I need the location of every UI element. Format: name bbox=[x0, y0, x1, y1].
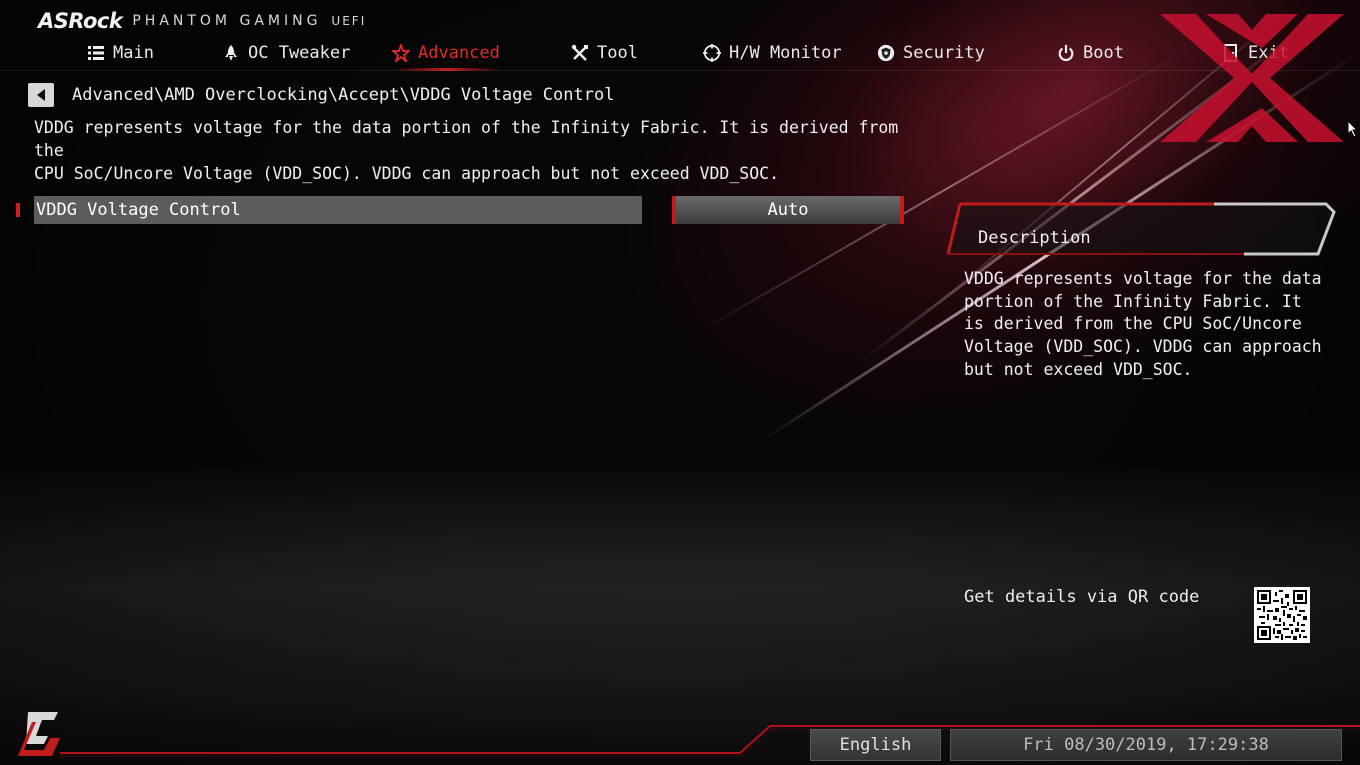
nav-divider bbox=[0, 70, 1360, 71]
tab-hw-monitor[interactable]: H/W Monitor bbox=[703, 38, 842, 68]
rocket-icon bbox=[222, 44, 240, 62]
qr-code-icon bbox=[1254, 587, 1310, 643]
description-title: Description bbox=[978, 228, 1091, 248]
tab-boot-label: Boot bbox=[1083, 43, 1124, 63]
tab-advanced-label: Advanced bbox=[418, 43, 500, 63]
page-description: VDDG represents voltage for the data por… bbox=[34, 118, 899, 183]
arrow-left-icon bbox=[37, 89, 45, 101]
option-value-select[interactable]: Auto bbox=[672, 196, 904, 224]
tab-oc-tweaker[interactable]: OC Tweaker bbox=[222, 38, 350, 68]
brand-title: PHANTOM GAMING bbox=[132, 13, 322, 29]
brand-suffix: UEFI bbox=[331, 14, 367, 28]
breadcrumb-path: Advanced\AMD Overclocking\Accept\VDDG Vo… bbox=[72, 85, 615, 105]
power-icon bbox=[1057, 44, 1075, 62]
crosshair-icon bbox=[703, 44, 721, 62]
top-nav: Main OC Tweaker Advanced Tool H/W Monito… bbox=[0, 38, 1360, 71]
shield-icon bbox=[877, 44, 895, 62]
qr-label: Get details via QR code bbox=[964, 587, 1200, 607]
tab-main-label: Main bbox=[113, 43, 154, 63]
tab-tool[interactable]: Tool bbox=[571, 38, 638, 68]
option-vddg-voltage-control[interactable]: VDDG Voltage Control bbox=[34, 196, 642, 224]
list-icon bbox=[87, 44, 105, 62]
tab-hw-monitor-label: H/W Monitor bbox=[729, 43, 842, 63]
asrock-logo: ASRock bbox=[38, 9, 123, 33]
back-button[interactable] bbox=[28, 83, 54, 107]
phantom-gaming-logo-icon bbox=[18, 712, 60, 756]
tab-tool-label: Tool bbox=[597, 43, 638, 63]
tab-security[interactable]: Security bbox=[877, 38, 985, 68]
description-text: VDDG represents voltage for the data por… bbox=[964, 269, 1322, 379]
background bbox=[0, 0, 1360, 765]
breadcrumb: Advanced\AMD Overclocking\Accept\VDDG Vo… bbox=[28, 82, 614, 108]
option-row: VDDG Voltage Control Auto bbox=[14, 196, 904, 224]
tab-advanced[interactable]: Advanced bbox=[392, 38, 500, 71]
tab-main[interactable]: Main bbox=[87, 38, 154, 68]
mouse-cursor-icon bbox=[1347, 120, 1359, 138]
tools-icon bbox=[571, 44, 589, 62]
tab-boot[interactable]: Boot bbox=[1057, 38, 1124, 68]
selection-marker bbox=[16, 203, 20, 217]
brand-header: ASRock PHANTOM GAMING UEFI bbox=[38, 8, 366, 34]
datetime-display: Fri 08/30/2019, 17:29:38 bbox=[950, 729, 1342, 761]
tab-security-label: Security bbox=[903, 43, 985, 63]
xx-watermark-icon bbox=[1160, 14, 1344, 142]
tab-oc-tweaker-label: OC Tweaker bbox=[248, 43, 351, 63]
language-button[interactable]: English bbox=[810, 729, 941, 761]
star-icon bbox=[392, 44, 410, 62]
